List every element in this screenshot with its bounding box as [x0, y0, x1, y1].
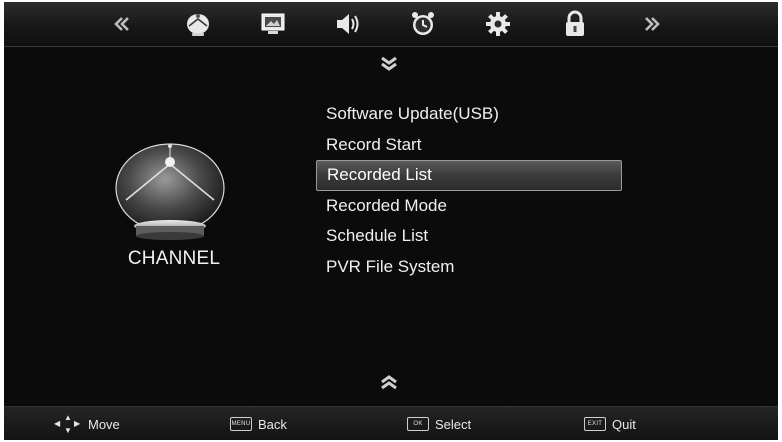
alarm-clock-icon[interactable] [408, 9, 438, 39]
category-label: CHANNEL [127, 248, 221, 269]
speaker-icon[interactable] [333, 9, 363, 39]
ok-key-icon: OK [407, 417, 429, 431]
menu-item-record-start[interactable]: Record Start [316, 130, 626, 161]
menu-item-schedule-list[interactable]: Schedule List [316, 221, 626, 252]
exit-key-icon: EXIT [584, 417, 606, 431]
hint-move: ▲ ▼ ◀ ▶ Move [54, 413, 120, 435]
double-chevron-left-icon[interactable] [107, 9, 137, 39]
double-chevron-right-icon[interactable] [637, 9, 667, 39]
chevron-up-icon[interactable] [379, 374, 399, 390]
menu-item-recorded-list[interactable]: Recorded List [316, 160, 622, 191]
hint-select: OK Select [407, 415, 471, 433]
chevron-down-icon[interactable] [379, 56, 399, 72]
gear-icon[interactable] [483, 9, 513, 39]
menu-item-recorded-mode[interactable]: Recorded Mode [316, 191, 626, 222]
hint-back-label: Back [258, 416, 287, 432]
hint-move-label: Move [88, 416, 120, 432]
pvr-menu-list: Software Update(USB) Record Start Record… [316, 99, 626, 282]
lock-icon[interactable] [560, 9, 590, 39]
hint-quit-label: Quit [612, 416, 636, 432]
dpad-arrows-icon: ▲ ▼ ◀ ▶ [54, 413, 81, 435]
menu-item-pvr-file-system[interactable]: PVR File System [316, 252, 626, 283]
menu-key-icon: MENU [230, 417, 252, 431]
hint-back: MENU Back [230, 415, 287, 433]
satellite-dish-icon[interactable] [183, 9, 213, 39]
channel-category-icon [112, 142, 228, 242]
tv-menu-screen: CHANNEL Software Update(USB) Record Star… [4, 2, 778, 440]
hint-select-label: Select [435, 416, 472, 432]
hint-quit: EXIT Quit [584, 415, 636, 433]
menu-item-software-update[interactable]: Software Update(USB) [316, 99, 626, 130]
bottom-hint-bar: ▲ ▼ ◀ ▶ Move MENU Back OK Select EXIT Qu… [4, 406, 778, 440]
top-category-bar [4, 2, 778, 47]
picture-icon[interactable] [258, 9, 288, 39]
